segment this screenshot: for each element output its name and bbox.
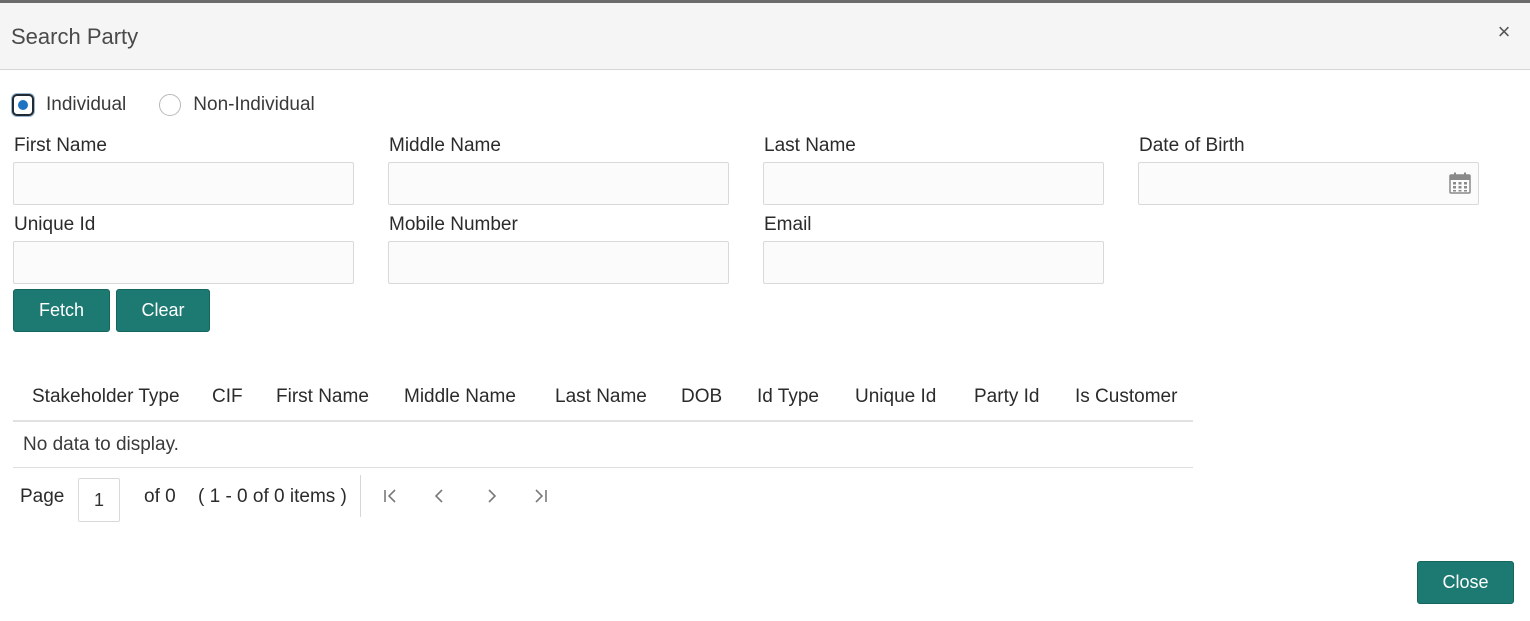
first-name-field: First Name	[13, 135, 354, 205]
radio-non-individual-label[interactable]: Non-Individual	[193, 94, 314, 116]
column-header-first-name[interactable]: First Name	[276, 386, 369, 408]
mobile-number-field: Mobile Number	[388, 214, 729, 284]
column-header-is-customer[interactable]: Is Customer	[1075, 386, 1177, 408]
email-label: Email	[764, 214, 812, 235]
last-name-field: Last Name	[763, 135, 1104, 205]
email-input[interactable]	[763, 241, 1104, 284]
column-header-id-type[interactable]: Id Type	[757, 386, 819, 408]
middle-name-input[interactable]	[388, 162, 729, 205]
clear-button[interactable]: Clear	[116, 289, 210, 332]
date-of-birth-label: Date of Birth	[1139, 135, 1245, 156]
results-table: Stakeholder Type CIF First Name Middle N…	[13, 375, 1193, 468]
email-field: Email	[763, 214, 1104, 284]
next-page-icon[interactable]	[480, 484, 504, 508]
middle-name-field: Middle Name	[388, 135, 729, 205]
close-button[interactable]: Close	[1417, 561, 1514, 604]
radio-non-individual-indicator[interactable]	[159, 94, 182, 116]
middle-name-label: Middle Name	[389, 135, 501, 156]
radio-individual-label[interactable]: Individual	[46, 94, 126, 116]
pagination-divider	[360, 475, 361, 517]
radio-individual[interactable]: Individual	[12, 94, 126, 116]
dialog-title: Search Party	[11, 24, 139, 49]
search-party-dialog: Search Party × Individual Non-Individual…	[0, 0, 1530, 621]
column-header-middle-name[interactable]: Middle Name	[404, 386, 516, 408]
empty-message: No data to display.	[23, 434, 179, 455]
dialog-header: Search Party ×	[0, 3, 1530, 70]
last-page-icon[interactable]	[529, 484, 553, 508]
unique-id-input[interactable]	[13, 241, 354, 284]
items-range: ( 1 - 0 of 0 items )	[198, 486, 347, 507]
column-header-unique-id[interactable]: Unique Id	[855, 386, 936, 408]
radio-individual-indicator[interactable]	[12, 94, 34, 116]
radio-non-individual[interactable]: Non-Individual	[159, 94, 315, 116]
column-header-stakeholder-type[interactable]: Stakeholder Type	[32, 386, 180, 408]
page-count: of 0	[144, 486, 176, 507]
party-type-radio-group: Individual Non-Individual	[12, 92, 315, 118]
calendar-icon[interactable]	[1448, 171, 1472, 195]
column-header-cif[interactable]: CIF	[212, 386, 243, 408]
column-header-last-name[interactable]: Last Name	[555, 386, 647, 408]
date-of-birth-input[interactable]	[1138, 162, 1479, 205]
fetch-button[interactable]: Fetch	[13, 289, 110, 332]
column-header-party-id[interactable]: Party Id	[974, 386, 1039, 408]
mobile-number-input[interactable]	[388, 241, 729, 284]
last-name-input[interactable]	[763, 162, 1104, 205]
previous-page-icon[interactable]	[427, 484, 451, 508]
page-label: Page	[20, 486, 65, 507]
empty-row: No data to display.	[13, 422, 1193, 468]
page-number-input[interactable]	[78, 478, 120, 522]
results-table-header: Stakeholder Type CIF First Name Middle N…	[13, 375, 1193, 422]
close-icon[interactable]: ×	[1492, 20, 1516, 44]
first-name-input[interactable]	[13, 162, 354, 205]
column-header-dob[interactable]: DOB	[681, 386, 722, 408]
date-of-birth-field: Date of Birth	[1138, 135, 1479, 205]
first-name-label: First Name	[14, 135, 107, 156]
unique-id-field: Unique Id	[13, 214, 354, 284]
pagination: Page of 0 ( 1 - 0 of 0 items )	[13, 474, 573, 522]
last-name-label: Last Name	[764, 135, 856, 156]
first-page-icon[interactable]	[378, 484, 402, 508]
unique-id-label: Unique Id	[14, 214, 96, 235]
mobile-number-label: Mobile Number	[389, 214, 518, 235]
